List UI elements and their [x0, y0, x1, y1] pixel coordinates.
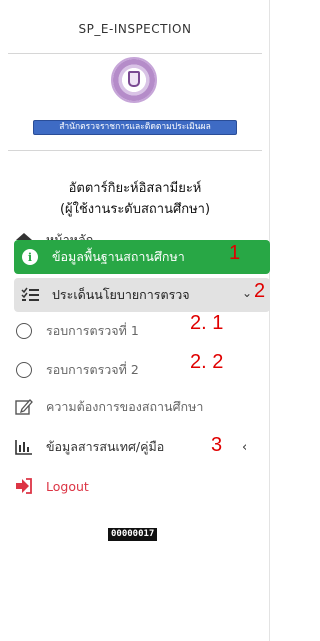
- annotation-2: 2: [254, 280, 266, 302]
- nav-label-docs: ข้อมูลสารสนเทศ/คู่มือ: [46, 439, 165, 454]
- nav-label-round2: รอบการตรวจที่ 2: [46, 362, 139, 377]
- brand-title[interactable]: SP_E-INSPECTION: [0, 22, 270, 36]
- nav-label-logout: Logout: [46, 478, 89, 494]
- radio-icon: [14, 360, 34, 380]
- chevron-left-icon[interactable]: ‹: [242, 440, 247, 455]
- nav-item-needs[interactable]: ความต้องการของสถานศึกษา: [14, 390, 270, 424]
- divider: [8, 53, 262, 54]
- bar-chart-icon: [14, 437, 34, 457]
- nav-item-logout[interactable]: Logout: [14, 469, 270, 503]
- user-role: (ผู้ใช้งานระดับสถานศึกษา): [59, 202, 211, 217]
- radio-icon: [14, 321, 34, 341]
- nav-label-policy: ประเด็นนโยบายการตรวจ: [52, 287, 190, 302]
- annotation-2-2: 2. 2: [190, 351, 224, 373]
- info-icon: i: [20, 247, 40, 267]
- nav-label-round1: รอบการตรวจที่ 1: [46, 323, 139, 338]
- edit-icon: [14, 397, 34, 417]
- list-icon: [20, 285, 40, 305]
- annotation-2-1: 2. 1: [190, 312, 224, 334]
- nav-item-round2[interactable]: รอบการตรวจที่ 2: [14, 353, 270, 387]
- nav-item-policy[interactable]: ประเด็นนโยบายการตรวจ: [14, 278, 270, 312]
- org-logo: [111, 57, 157, 103]
- emblem-icon: [128, 71, 140, 87]
- visitor-counter: 00000017: [108, 528, 158, 541]
- annotation-1: 1: [229, 242, 241, 264]
- org-banner: สำนักตรวจราชการและติดตามประเมินผล: [33, 120, 237, 135]
- sidebar: SP_E-INSPECTION สำนักตรวจราชการและติดตาม…: [0, 0, 270, 641]
- nav-item-docs[interactable]: ข้อมูลสารสนเทศ/คู่มือ: [14, 430, 270, 464]
- nav-label-school-info: ข้อมูลพื้นฐานสถานศึกษา: [52, 249, 185, 264]
- chevron-down-icon[interactable]: ⌄: [242, 286, 252, 300]
- user-name: อัตตาร์กิยะห์อิสลามียะห์: [68, 181, 202, 196]
- divider: [8, 150, 262, 151]
- logout-icon: [14, 476, 34, 496]
- annotation-3: 3: [211, 434, 223, 456]
- nav-item-round1[interactable]: รอบการตรวจที่ 1: [14, 314, 270, 348]
- nav-label-needs: ความต้องการของสถานศึกษา: [46, 399, 204, 414]
